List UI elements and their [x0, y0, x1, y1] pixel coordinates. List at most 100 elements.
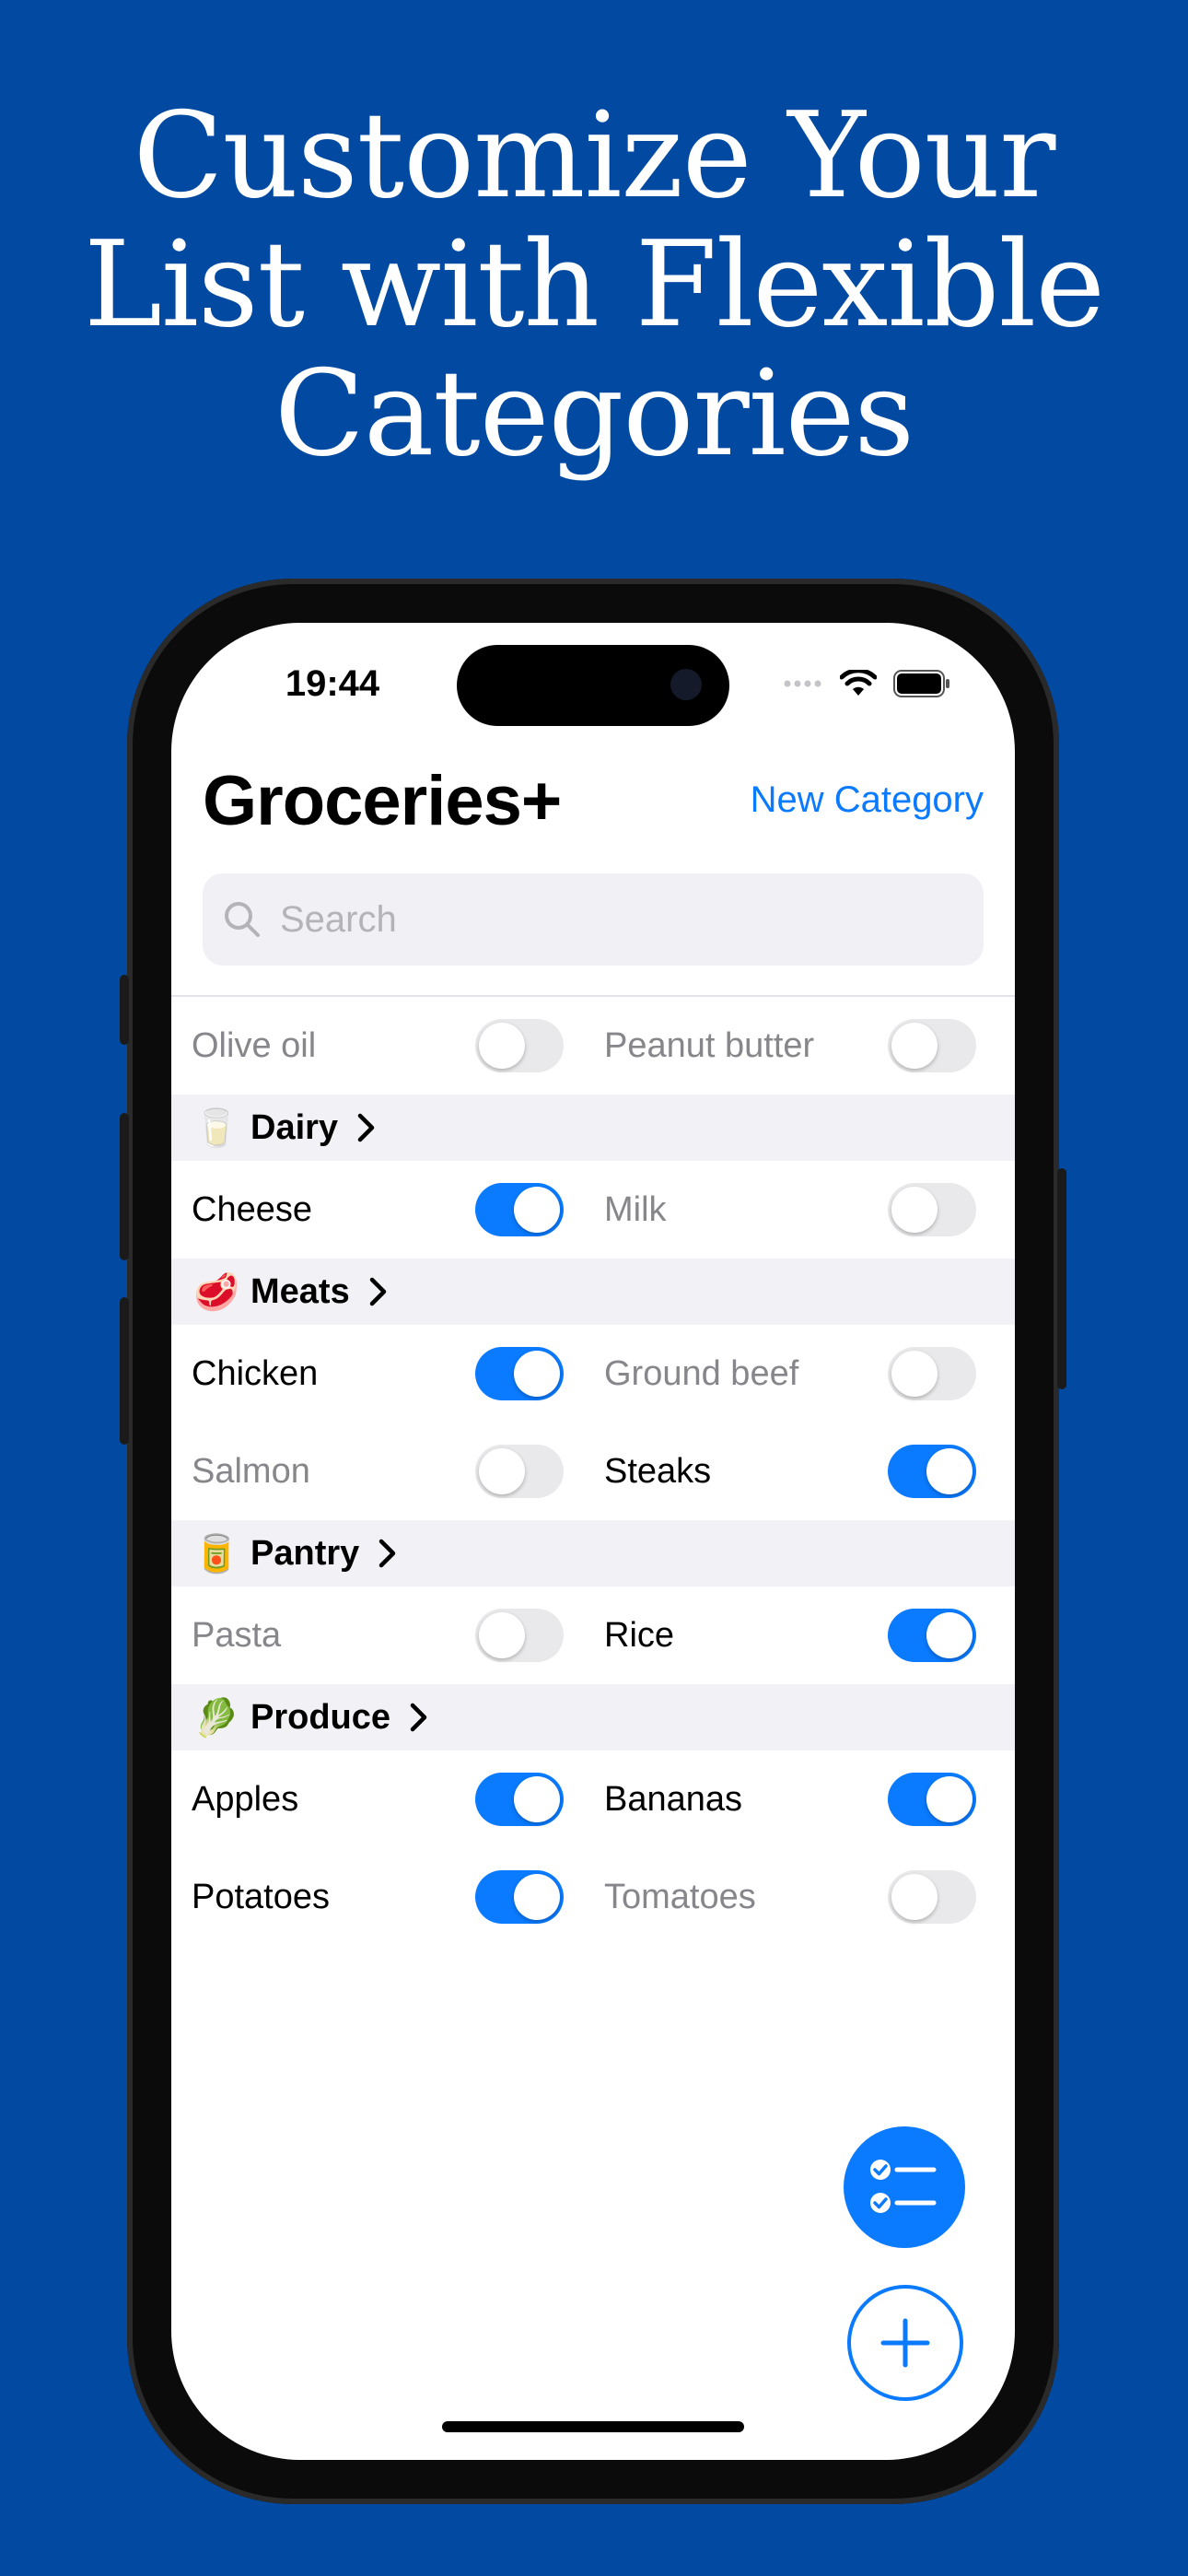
list-item: Ground beef: [584, 1347, 996, 1400]
item-label: Peanut butter: [604, 1025, 815, 1065]
home-indicator[interactable]: [442, 2421, 744, 2432]
item-toggle[interactable]: [475, 1019, 564, 1072]
item-label: Cheese: [192, 1189, 312, 1229]
toggle-knob: [926, 1612, 973, 1658]
list-item: Potatoes: [171, 1870, 584, 1924]
chevron-right-icon: [379, 1539, 396, 1568]
item-toggle[interactable]: [475, 1183, 564, 1236]
list-item: Bananas: [584, 1773, 996, 1826]
list-item: Olive oil: [171, 1019, 584, 1072]
item-toggle[interactable]: [475, 1773, 564, 1826]
chevron-right-icon: [410, 1703, 427, 1732]
add-item-button[interactable]: [847, 2285, 963, 2401]
toggle-knob: [479, 1023, 525, 1069]
item-label: Steaks: [604, 1451, 712, 1491]
category-emoji-icon: 🥫: [193, 1533, 239, 1575]
volume-up-button: [120, 1113, 129, 1260]
category-header-dairy[interactable]: 🥛 Dairy: [171, 1095, 1015, 1161]
item-label: Chicken: [192, 1353, 319, 1393]
search-icon: [225, 902, 260, 937]
phone-screen: 19:44 Groceries+ New Category Search Oli…: [171, 623, 1015, 2460]
status-icons: [783, 665, 950, 702]
item-toggle[interactable]: [888, 1445, 976, 1498]
item-label: Apples: [192, 1779, 299, 1819]
list-item: Milk: [584, 1183, 996, 1236]
new-category-button[interactable]: New Category: [751, 779, 984, 821]
item-label: Milk: [604, 1189, 667, 1229]
toggle-knob: [926, 1448, 973, 1494]
toggle-knob: [891, 1023, 938, 1069]
item-toggle[interactable]: [888, 1347, 976, 1400]
item-label: Salmon: [192, 1451, 310, 1491]
action-button: [120, 975, 129, 1045]
camera-icon: [670, 669, 702, 700]
battery-icon: [893, 670, 949, 697]
item-row: Salmon Steaks: [171, 1423, 1015, 1520]
item-toggle[interactable]: [475, 1870, 564, 1924]
toggle-knob: [514, 1187, 560, 1233]
headline: Customize Your List with Flexible Catego…: [0, 92, 1188, 479]
headline-line-2: List with Flexible: [83, 217, 1105, 354]
category-name: Produce: [250, 1697, 391, 1737]
list-item: Steaks: [584, 1445, 996, 1498]
item-row: Apples Bananas: [171, 1751, 1015, 1848]
toggle-knob: [926, 1776, 973, 1822]
item-toggle[interactable]: [888, 1609, 976, 1662]
item-label: Potatoes: [192, 1877, 330, 1916]
volume-down-button: [120, 1297, 129, 1445]
phone-frame: 19:44 Groceries+ New Category Search Oli…: [120, 579, 1066, 2504]
grocery-list: Olive oil Peanut butter 🥛 Dairy Cheese Milk 🥩 M…: [171, 997, 1015, 1946]
list-item: Chicken: [171, 1347, 584, 1400]
list-item: Pasta: [171, 1609, 584, 1662]
category-header-produce[interactable]: 🥬 Produce: [171, 1684, 1015, 1751]
item-label: Pasta: [192, 1615, 282, 1655]
item-label: Tomatoes: [604, 1877, 756, 1916]
item-toggle[interactable]: [475, 1445, 564, 1498]
category-header-meats[interactable]: 🥩 Meats: [171, 1259, 1015, 1325]
wifi-icon: [840, 670, 877, 696]
item-label: Rice: [604, 1615, 675, 1655]
list-item: Peanut butter: [584, 1019, 996, 1072]
plus-icon: [880, 2318, 930, 2368]
item-toggle[interactable]: [888, 1870, 976, 1924]
list-item: Rice: [584, 1609, 996, 1662]
list-item: Tomatoes: [584, 1870, 996, 1924]
category-emoji-icon: 🥬: [193, 1697, 239, 1739]
item-toggle[interactable]: [888, 1183, 976, 1236]
page-title: Groceries+: [203, 762, 562, 840]
toggle-knob: [514, 1874, 560, 1920]
item-label: Olive oil: [192, 1025, 317, 1065]
category-name: Pantry: [250, 1533, 360, 1573]
category-header-pantry[interactable]: 🥫 Pantry: [171, 1520, 1015, 1587]
chevron-right-icon: [369, 1277, 386, 1306]
item-row: Chicken Ground beef: [171, 1325, 1015, 1423]
toggle-knob: [891, 1874, 938, 1920]
item-toggle[interactable]: [475, 1347, 564, 1400]
list-item: Apples: [171, 1773, 584, 1826]
list-item: Cheese: [171, 1183, 584, 1236]
item-row: Potatoes Tomatoes: [171, 1848, 1015, 1946]
item-toggle[interactable]: [475, 1609, 564, 1662]
item-toggle[interactable]: [888, 1773, 976, 1826]
item-row: Cheese Milk: [171, 1161, 1015, 1259]
category-emoji-icon: 🥛: [193, 1107, 239, 1149]
power-button: [1057, 1168, 1066, 1389]
toggle-knob: [514, 1351, 560, 1397]
category-emoji-icon: 🥩: [193, 1271, 239, 1313]
item-row: Olive oil Peanut butter: [171, 997, 1015, 1095]
search-bar[interactable]: [203, 873, 984, 966]
headline-line-3: Categories: [274, 345, 914, 483]
item-toggle[interactable]: [888, 1019, 976, 1072]
checklist-icon: [870, 2160, 937, 2213]
dynamic-island: [457, 645, 729, 726]
status-time: 19:44: [285, 663, 380, 704]
checklist-button[interactable]: [844, 2126, 965, 2248]
item-label: Bananas: [604, 1779, 743, 1819]
signal-icon: [784, 680, 821, 687]
category-name: Meats: [250, 1271, 350, 1311]
list-item: Salmon: [171, 1445, 584, 1498]
item-row: Pasta Rice: [171, 1587, 1015, 1684]
search-input[interactable]: [278, 897, 926, 942]
toggle-knob: [891, 1351, 938, 1397]
toggle-knob: [479, 1612, 525, 1658]
